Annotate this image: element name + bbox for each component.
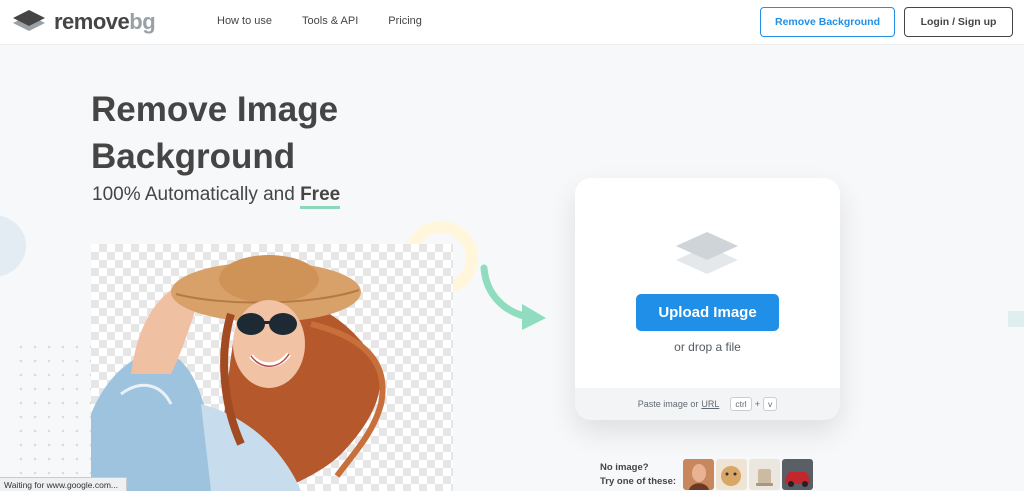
logo-layers-icon (13, 10, 45, 31)
paste-hint-bar: Paste image or URL ctrl + v (575, 388, 840, 420)
page-title: Remove Image Background (91, 86, 421, 180)
paste-text: Paste image or (637, 399, 699, 409)
nav-pricing[interactable]: Pricing (388, 15, 422, 27)
page-subtitle: 100% Automatically and Free (92, 184, 341, 209)
sample-car-thumbnail[interactable] (782, 459, 813, 490)
sample-prompt-line-1: No image? (600, 462, 649, 473)
logo-wordmark: removebg (54, 9, 156, 35)
curved-arrow-icon (480, 264, 546, 330)
sample-woman-thumbnail[interactable] (683, 459, 714, 490)
sample-thumbnails (683, 459, 815, 490)
image-stack-icon (676, 232, 738, 274)
decorative-square (1008, 311, 1024, 327)
drop-file-text: or drop a file (674, 340, 741, 354)
subtitle-prefix: 100% Automatically and (92, 184, 295, 205)
decorative-blue-circle (0, 215, 26, 277)
main-nav: How to use Tools & API Pricing (217, 15, 452, 27)
nav-tools-api[interactable]: Tools & API (302, 15, 358, 27)
sample-cup-thumbnail[interactable] (749, 459, 780, 490)
hero-example-photo (91, 244, 453, 491)
key-plus: + (754, 399, 760, 409)
browser-status-bar: Waiting for www.google.com... (0, 477, 128, 491)
logo-word-remove: remove (54, 9, 130, 34)
key-v: v (762, 397, 778, 411)
paste-url-link[interactable]: URL (701, 399, 719, 409)
sample-prompt: No image? Try one of these: (600, 461, 676, 489)
key-ctrl: ctrl (730, 397, 752, 411)
logo[interactable]: removebg (12, 9, 156, 35)
logo-word-bg: bg (129, 9, 156, 34)
login-signup-button[interactable]: Login / Sign up (904, 7, 1013, 37)
title-line-2: Background (91, 137, 296, 176)
decorative-dot-grid (14, 340, 99, 480)
subtitle-free: Free (300, 184, 341, 209)
woman-with-hat-illustration (91, 255, 386, 491)
remove-background-button[interactable]: Remove Background (760, 7, 895, 37)
sample-prompt-line-2: Try one of these: (600, 476, 677, 487)
nav-how-to-use[interactable]: How to use (217, 15, 272, 27)
top-header: removebg How to use Tools & API Pricing … (0, 0, 1024, 45)
sample-dog-thumbnail[interactable] (716, 459, 747, 490)
upload-card[interactable]: Upload Image or drop a file Paste image … (575, 178, 840, 420)
title-line-1: Remove Image (91, 90, 339, 129)
upload-image-button[interactable]: Upload Image (636, 294, 779, 331)
